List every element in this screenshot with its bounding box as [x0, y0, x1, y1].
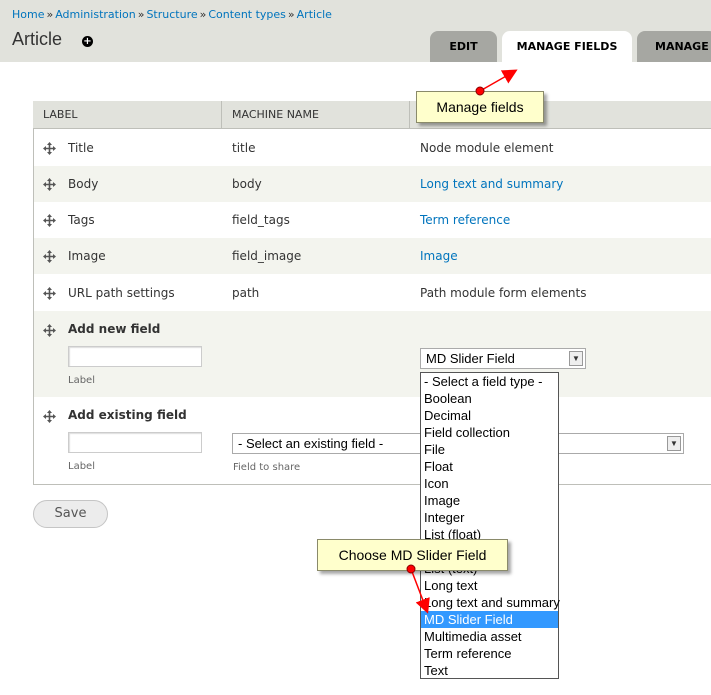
- dropdown-option[interactable]: Long text and summary: [421, 594, 560, 611]
- column-header-machine-name: MACHINE NAME: [232, 108, 319, 121]
- save-button[interactable]: Save: [33, 500, 108, 528]
- machine-name: field_tags: [232, 213, 290, 227]
- dropdown-option[interactable]: Boolean: [421, 390, 558, 407]
- breadcrumb-separator: »: [287, 8, 295, 21]
- field-type: Node module element: [420, 141, 554, 155]
- add-shortcut-icon[interactable]: +: [82, 36, 93, 47]
- column-header-label: LABEL: [43, 108, 78, 121]
- page-title: Article: [12, 29, 63, 49]
- add-existing-field-title: Add existing field: [68, 408, 187, 422]
- tab-manage-display[interactable]: MANAGE: [637, 31, 711, 62]
- add-new-field-title: Add new field: [68, 322, 161, 336]
- breadcrumb-administration[interactable]: Administration: [55, 8, 136, 21]
- dropdown-option[interactable]: Integer: [421, 509, 558, 526]
- chevron-down-icon[interactable]: ▼: [667, 436, 681, 451]
- tab-manage-fields[interactable]: MANAGE FIELDS: [502, 31, 632, 62]
- dropdown-option[interactable]: MD Slider Field: [421, 611, 558, 628]
- breadcrumb-separator: »: [46, 8, 54, 21]
- breadcrumb: Home» Administration» Structure» Content ty…: [12, 8, 332, 21]
- machine-name: body: [232, 177, 262, 191]
- drag-handle-icon[interactable]: [43, 324, 56, 337]
- table-row: URL path settings path Path module form …: [34, 274, 711, 310]
- machine-name: title: [232, 141, 256, 155]
- drag-handle-icon[interactable]: [43, 250, 56, 263]
- new-field-label-input[interactable]: [68, 346, 202, 367]
- breadcrumb-article[interactable]: Article: [297, 8, 332, 21]
- field-label: Tags: [68, 213, 95, 227]
- table-row: Body body Long text and summary: [34, 166, 711, 202]
- field-label: Image: [68, 249, 106, 263]
- drag-handle-icon[interactable]: [43, 410, 56, 423]
- machine-name: field_image: [232, 249, 302, 263]
- field-type-link[interactable]: Image: [420, 249, 458, 263]
- machine-name: path: [232, 286, 260, 300]
- dropdown-option[interactable]: Multimedia asset: [421, 628, 558, 645]
- drag-handle-icon[interactable]: [43, 287, 56, 300]
- tab-edit[interactable]: EDIT: [430, 31, 497, 62]
- dropdown-option[interactable]: Image: [421, 492, 558, 509]
- dropdown-option[interactable]: Decimal: [421, 407, 558, 424]
- dropdown-option[interactable]: Text: [421, 662, 558, 679]
- table-row: Title title Node module element: [34, 130, 711, 166]
- dropdown-option[interactable]: Float: [421, 458, 558, 475]
- page-header: Home» Administration» Structure» Content ty…: [0, 0, 711, 62]
- callout-manage-fields: Manage fields: [416, 91, 544, 123]
- breadcrumb-structure[interactable]: Structure: [146, 8, 197, 21]
- field-label: Body: [68, 177, 99, 191]
- dropdown-option[interactable]: Field collection: [421, 424, 558, 441]
- dropdown-option[interactable]: File: [421, 441, 558, 458]
- table-header: LABEL MACHINE NAME: [33, 101, 711, 129]
- field-type-select-value: MD Slider Field: [426, 351, 515, 366]
- breadcrumb-home[interactable]: Home: [12, 8, 44, 21]
- drag-handle-icon[interactable]: [43, 214, 56, 227]
- breadcrumb-separator: »: [137, 8, 145, 21]
- field-label: URL path settings: [68, 286, 175, 300]
- new-field-label-hint: Label: [68, 375, 95, 386]
- dropdown-option[interactable]: Term reference: [421, 645, 558, 662]
- dropdown-option[interactable]: Long text: [421, 577, 558, 594]
- column-divider: [221, 101, 222, 129]
- breadcrumb-separator: »: [199, 8, 207, 21]
- dropdown-option[interactable]: - Select a field type -: [421, 373, 558, 390]
- existing-field-label-hint: Label: [68, 461, 95, 472]
- field-type: Path module form elements: [420, 286, 587, 300]
- existing-field-label-input[interactable]: [68, 432, 202, 453]
- existing-field-select-value: - Select an existing field -: [238, 436, 384, 451]
- breadcrumb-content-types[interactable]: Content types: [208, 8, 286, 21]
- drag-handle-icon[interactable]: [43, 178, 56, 191]
- drag-handle-icon[interactable]: [43, 142, 56, 155]
- column-divider: [409, 101, 410, 129]
- chevron-down-icon[interactable]: ▼: [569, 351, 583, 366]
- field-type-select[interactable]: MD Slider Field ▼: [420, 348, 586, 369]
- field-type-link[interactable]: Term reference: [420, 213, 510, 227]
- field-to-share-hint: Field to share: [233, 462, 301, 473]
- field-label: Title: [68, 141, 94, 155]
- table-row: Image field_image Image: [34, 238, 711, 274]
- dropdown-option[interactable]: Icon: [421, 475, 558, 492]
- field-type-link[interactable]: Long text and summary: [420, 177, 563, 191]
- callout-choose-slider: Choose MD Slider Field: [317, 539, 508, 571]
- table-row: Tags field_tags Term reference: [34, 202, 711, 238]
- field-type-dropdown-list[interactable]: - Select a field type - Boolean Decimal Fie…: [420, 372, 560, 679]
